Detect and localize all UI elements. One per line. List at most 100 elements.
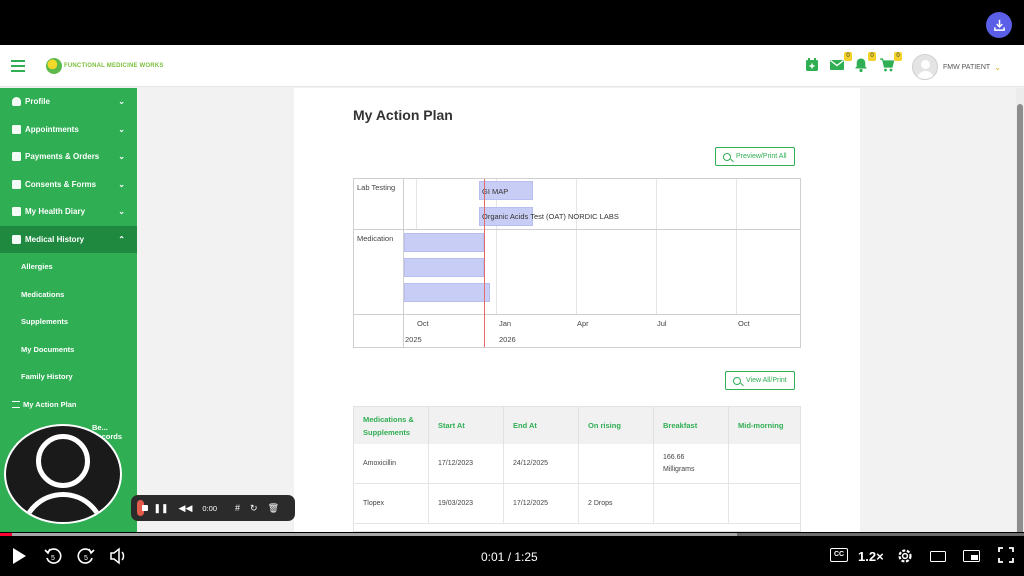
- table-cell: 17/12/2023: [429, 444, 504, 484]
- sidebar-item-consents[interactable]: Consents & Forms ⌄: [0, 171, 137, 199]
- sidebar-item-appointments[interactable]: Appointments ⌄: [0, 116, 137, 144]
- download-icon: [993, 19, 1005, 31]
- sidebar-item-profile[interactable]: Profile ⌄: [0, 88, 137, 116]
- chevron-down-icon: ⌄: [118, 152, 125, 161]
- mail-icon[interactable]: 0: [829, 52, 852, 75]
- file-icon: [12, 179, 21, 189]
- playback-speed[interactable]: 1.2×: [858, 549, 884, 564]
- preview-print-all-button[interactable]: Preview/Print All: [715, 147, 795, 166]
- theater-mode-button[interactable]: [930, 551, 946, 562]
- table-header-row: Medications & Supplements Start At End A…: [354, 407, 800, 444]
- sidebar-item-label: Medical History: [25, 234, 85, 244]
- gantt-bar-label: GI MAP: [482, 187, 509, 196]
- gantt-month-tick: Apr: [577, 319, 589, 328]
- gear-icon: [898, 549, 912, 563]
- search-icon: [723, 152, 731, 161]
- table-cell: 24/12/2025: [504, 444, 579, 484]
- grid-icon[interactable]: #: [235, 503, 240, 513]
- action-plan-card: My Action Plan Preview/Print All Lab Tes…: [294, 88, 860, 532]
- page-background-right: [860, 88, 1024, 532]
- calendar-icon: [12, 124, 21, 134]
- user-menu[interactable]: FMW PATIENT ⌄: [912, 54, 1001, 80]
- trash-icon[interactable]: 🗑: [268, 503, 279, 514]
- person-body-icon: [20, 492, 106, 522]
- gantt-bar-medication[interactable]: [404, 283, 490, 302]
- top-header: FUNCTIONAL MEDICINE WORKS 0 0 0 FMW PATI…: [0, 45, 1024, 87]
- miniplayer-icon: [971, 555, 978, 560]
- logo-mark: [46, 58, 62, 74]
- sidebar-subitem-family-history[interactable]: Family History: [0, 363, 137, 391]
- miniplayer-button[interactable]: [963, 550, 980, 562]
- sidebar-subitem-medications[interactable]: Medications: [0, 280, 137, 308]
- rewind-icon[interactable]: ◀◀: [179, 503, 193, 514]
- chevron-down-icon: ⌄: [118, 207, 125, 216]
- web-app-screen: FUNCTIONAL MEDICINE WORKS 0 0 0 FMW PATI…: [0, 45, 1024, 532]
- button-label: Preview/Print All: [736, 153, 787, 160]
- sidebar-item-health-diary[interactable]: My Health Diary ⌄: [0, 198, 137, 226]
- table-cell: [579, 444, 654, 484]
- sidebar-item-label: Consents & Forms: [25, 179, 97, 189]
- table-cell: 19/03/2023: [429, 484, 504, 524]
- sidebar-subitem-allergies[interactable]: Allergies: [0, 253, 137, 281]
- logo-text: FUNCTIONAL MEDICINE WORKS: [64, 63, 164, 69]
- video-frame: FUNCTIONAL MEDICINE WORKS 0 0 0 FMW PATI…: [0, 0, 1024, 576]
- view-all-print-button[interactable]: View All/Print: [725, 371, 795, 390]
- recorder-toolbar: ❚❚ ◀◀ 0:00 # ↻ 🗑: [131, 495, 295, 521]
- gantt-axis-divider: [354, 314, 800, 315]
- gantt-bar-medication[interactable]: [404, 233, 484, 252]
- user-icon: [12, 97, 21, 107]
- gantt-grid-line: [736, 179, 737, 314]
- gantt-row-lab-testing: Lab Testing: [357, 183, 396, 192]
- sidebar-item-payments[interactable]: Payments & Orders ⌄: [0, 143, 137, 171]
- menu-icon[interactable]: [11, 60, 25, 72]
- volume-icon: [110, 547, 125, 565]
- user-name: FMW PATIENT: [943, 63, 991, 71]
- play-button[interactable]: [11, 547, 27, 570]
- time-display: 0:01 / 1:25: [481, 550, 538, 564]
- gantt-row-divider: [354, 229, 800, 230]
- gantt-row-medication: Medication: [357, 234, 394, 243]
- settings-button[interactable]: [896, 547, 914, 570]
- gantt-month-tick: Oct: [417, 319, 429, 328]
- gantt-month-tick: Oct: [738, 319, 750, 328]
- cart-wrap: 0: [879, 52, 902, 75]
- restart-icon[interactable]: ↻: [250, 503, 258, 514]
- bell-icon[interactable]: 0: [853, 52, 876, 75]
- seek-back-button[interactable]: 5: [44, 547, 62, 570]
- recorder-time: 0:00: [202, 503, 217, 513]
- bell-wrap: 0: [853, 52, 876, 75]
- cart-icon: [12, 152, 21, 162]
- scrollbar[interactable]: [1016, 88, 1024, 532]
- gantt-bar-medication[interactable]: [404, 258, 484, 277]
- button-label: View All/Print: [746, 377, 787, 384]
- person-icon: [36, 434, 90, 488]
- stop-record-button[interactable]: [137, 500, 149, 516]
- progress-buffered: [0, 533, 738, 536]
- bell-badge: 0: [868, 52, 876, 61]
- medical-kit-icon: [12, 234, 21, 244]
- seek-forward-button[interactable]: 5: [77, 547, 95, 570]
- sidebar-subitem-documents[interactable]: My Documents: [0, 335, 137, 363]
- sidebar-item-label: Payments & Orders: [25, 152, 100, 162]
- table-cell: [729, 444, 800, 484]
- sidebar-item-medical-history[interactable]: Medical History ⌃: [0, 225, 137, 253]
- chevron-down-icon: ⌄: [994, 62, 1001, 72]
- download-button[interactable]: [986, 12, 1012, 38]
- sidebar-subitem-supplements[interactable]: Supplements: [0, 308, 137, 336]
- book-icon: [12, 207, 21, 217]
- volume-button[interactable]: [109, 547, 128, 570]
- replay-5-icon: 5: [44, 548, 62, 564]
- sidebar-item-label: Profile: [25, 97, 50, 107]
- sidebar-item-label: My Health Diary: [25, 207, 86, 217]
- sidebar-subitem-action-plan[interactable]: My Action Plan: [0, 390, 137, 418]
- mail-badge: 0: [844, 52, 852, 61]
- fullscreen-button[interactable]: [998, 547, 1014, 568]
- logo[interactable]: FUNCTIONAL MEDICINE WORKS: [46, 58, 164, 74]
- webcam-bubble[interactable]: [4, 424, 122, 524]
- captions-button[interactable]: CC: [830, 548, 848, 562]
- table-cell: Amoxicillin: [354, 444, 429, 484]
- pause-icon[interactable]: ❚❚: [153, 503, 168, 514]
- scrollbar-thumb[interactable]: [1017, 104, 1023, 532]
- cart-icon[interactable]: 0: [879, 52, 902, 75]
- calendar-add-icon[interactable]: [804, 57, 822, 75]
